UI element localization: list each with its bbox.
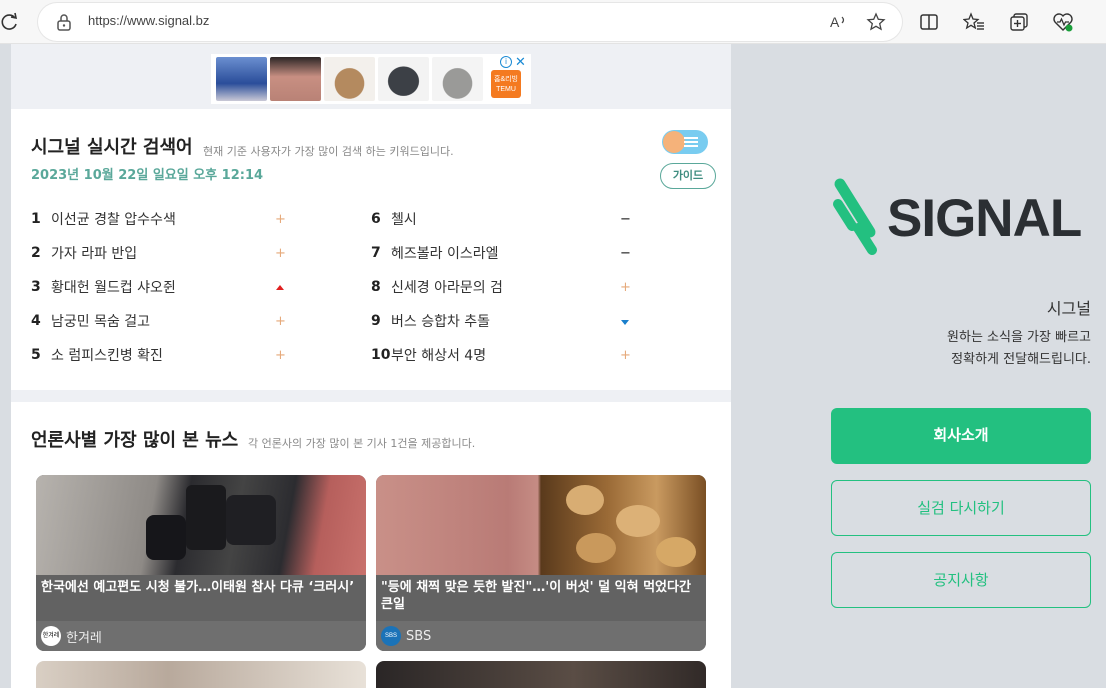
news-source: 한겨레 한겨레 [36,621,366,651]
trend-down-icon [620,314,630,325]
keyword-rank: 3 [31,279,41,295]
service-description: 원하는 소식을 가장 빠르고 정확하게 전달해드립니다. [947,327,1091,371]
trend-new-icon: + [275,314,286,329]
keyword-rank: 2 [31,245,41,261]
keyword-rank: 4 [31,313,41,329]
keyword-text[interactable]: 가자 라파 반입 [51,243,137,263]
toggle-knob [663,131,685,153]
ad-product-shoes-gray[interactable] [432,57,483,101]
trend-same-icon: − [620,246,631,261]
signal-logo-icon[interactable] [830,176,880,256]
news-card[interactable]: "등에 채찍 맞은 듯한 발진"…'이 버섯' 덜 익혀 먹었다간 큰일 SBS… [376,475,706,651]
temu-logo[interactable]: 홈&리빙 TEMU [491,70,521,98]
keyword-rank: 1 [31,211,41,227]
realtime-title: 시그널 실시간 검색어 [31,137,193,158]
keyword-item[interactable]: 9 버스 승합차 추돌 [371,310,691,332]
keyword-item[interactable]: 2 가자 라파 반입 + [31,242,351,264]
browser-essentials-icon[interactable] [1052,11,1074,33]
trend-same-icon: − [620,212,631,227]
reload-icon[interactable] [0,12,20,32]
news-card[interactable]: 한국에선 예고편도 시청 불가…이태원 참사 다큐 ‘크러시’ 한겨레 한겨레 [36,475,366,651]
ad-product-boots-tan[interactable] [324,57,375,101]
ad-close-icon[interactable]: ✕ [515,54,526,70]
trend-new-icon: + [275,348,286,363]
keyword-text[interactable]: 신세경 아라문의 검 [391,277,503,297]
description-line: 원하는 소식을 가장 빠르고 [947,330,1091,345]
keyword-rank: 9 [371,313,381,329]
ad-banner[interactable]: 홈&리빙 TEMU i ✕ [211,54,531,104]
trend-new-icon: + [620,280,631,295]
news-card-next[interactable] [36,661,366,688]
news-title: 언론사별 가장 많이 본 뉴스 [31,430,239,451]
description-line: 정확하게 전달해드립니다. [951,352,1091,367]
keyword-item[interactable]: 8 신세경 아라문의 검 + [371,276,691,298]
keyword-item[interactable]: 5 소 럼피스킨병 확진 + [31,344,351,366]
signal-logo-text[interactable]: SIGNAL [887,188,1082,249]
keyword-item[interactable]: 3 황대헌 월드컵 샤오쥔 [31,276,351,298]
keyword-item[interactable]: 7 헤즈볼라 이스라엘 − [371,242,691,264]
collections-icon[interactable] [1008,11,1030,33]
guide-button[interactable]: 가이드 [660,163,716,189]
news-headline[interactable]: 한국에선 예고편도 시청 불가…이태원 참사 다큐 ‘크러시’ [36,575,366,623]
keyword-text[interactable]: 황대헌 월드컵 샤오쥔 [51,277,176,297]
keyword-rank: 10 [371,347,391,363]
keyword-item[interactable]: 1 이선균 경찰 압수수색 + [31,208,351,230]
view-toggle[interactable] [662,130,708,154]
keyword-item[interactable]: 4 남궁민 목숨 걸고 + [31,310,351,332]
source-name: SBS [406,628,432,644]
ad-product-dress-pink[interactable] [270,57,321,101]
realtime-search-panel: 시그널 실시간 검색어 현재 기준 사용자가 가장 많이 검색 하는 키워드입니… [11,109,731,390]
read-aloud-icon[interactable]: A [828,12,848,32]
news-headline[interactable]: "등에 채찍 맞은 듯한 발진"…'이 버섯' 덜 익혀 먹었다간 큰일 [376,575,706,623]
keyword-text[interactable]: 남궁민 목숨 걸고 [51,311,150,331]
keyword-rank: 8 [371,279,381,295]
ad-info-icon[interactable]: i [500,56,512,68]
trend-new-icon: + [275,212,286,227]
signal-side-panel: SIGNAL 시그널 원하는 소식을 가장 빠르고 정확하게 전달해드립니다. … [731,44,1106,688]
keyword-rank: 6 [371,211,381,227]
service-name: 시그널 [1046,299,1091,318]
keyword-text[interactable]: 첼시 [391,209,417,229]
source-logo: SBS [381,626,401,646]
keyword-text[interactable]: 헤즈볼라 이스라엘 [391,243,499,263]
keyword-text[interactable]: 부안 해상서 4명 [391,345,486,365]
list-icon [684,137,698,147]
ad-product-dress-blue[interactable] [216,57,267,101]
notice-button[interactable]: 공지사항 [831,552,1091,608]
news-panel: 언론사별 가장 많이 본 뉴스 각 언론사의 가장 많이 본 기사 1건을 제공… [11,402,731,688]
browser-toolbar: https://www.signal.bz A [0,0,1106,44]
keyword-rank: 5 [31,347,41,363]
ad-brand: TEMU [496,86,516,93]
keyword-text[interactable]: 소 럼피스킨병 확진 [51,345,163,365]
trend-new-icon: + [275,246,286,261]
favorite-star-icon[interactable] [866,12,886,32]
news-subtitle: 각 언론사의 가장 많이 본 기사 1건을 제공합니다. [248,437,476,450]
ad-brand-kr: 홈&리빙 [494,76,518,83]
keyword-text[interactable]: 버스 승합차 추돌 [391,311,490,331]
news-card-next[interactable] [376,661,706,688]
company-intro-button[interactable]: 회사소개 [831,408,1091,464]
favorites-icon[interactable] [963,11,985,33]
realtime-datetime: 2023년 10월 22일 일요일 오후 12:14 [31,168,264,183]
trend-new-icon: + [620,348,631,363]
keyword-item[interactable]: 6 첼시 − [371,208,691,230]
keyword-item[interactable]: 10 부안 해상서 4명 + [371,344,691,366]
news-image[interactable] [36,475,366,575]
lock-icon[interactable] [56,13,72,31]
ad-product-boots-black[interactable] [378,57,429,101]
realtime-subtitle: 현재 기준 사용자가 가장 많이 검색 하는 키워드입니다. [203,145,454,158]
refresh-realtime-button[interactable]: 실검 다시하기 [831,480,1091,536]
address-bar[interactable]: https://www.signal.bz A [38,3,902,41]
url-text[interactable]: https://www.signal.bz [88,13,209,28]
news-source: SBS SBS [376,621,706,651]
split-screen-icon[interactable] [918,11,940,33]
main-content: 홈&리빙 TEMU i ✕ 시그널 실시간 검색어 현재 기준 사용자가 가장 많… [11,44,731,688]
news-image[interactable] [376,475,706,575]
svg-text:A: A [830,14,840,30]
source-name: 한겨레 [66,630,102,646]
trend-up-icon [275,280,285,290]
keyword-text[interactable]: 이선균 경찰 압수수색 [51,209,176,229]
source-logo: 한겨레 [41,626,61,646]
keyword-rank: 7 [371,245,381,261]
